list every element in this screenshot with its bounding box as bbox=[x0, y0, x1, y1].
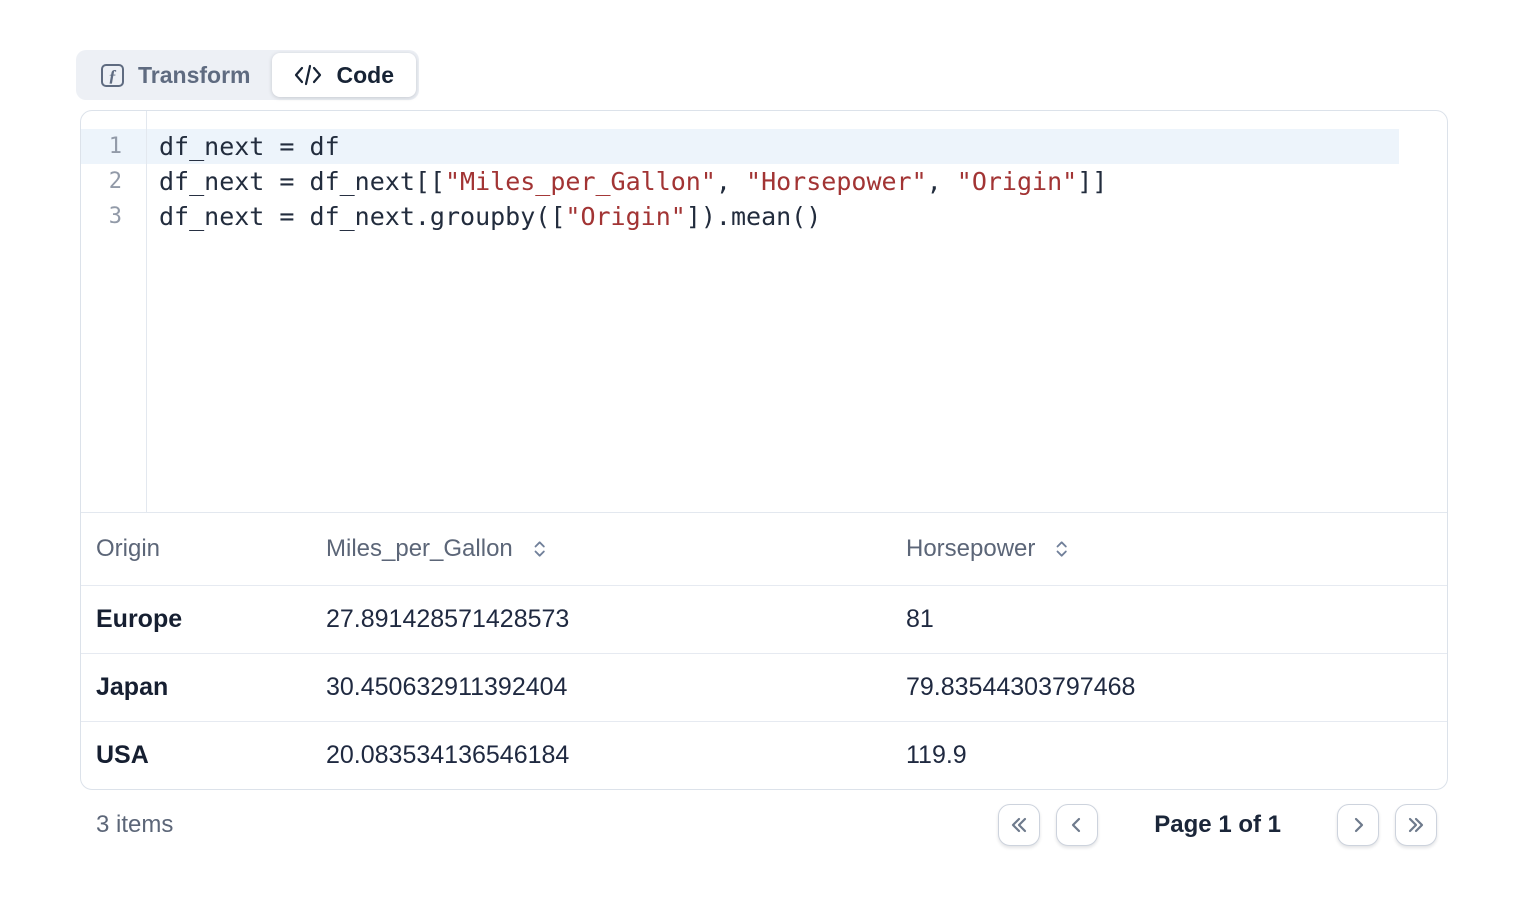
pagination: Page 1 of 1 bbox=[998, 804, 1437, 846]
tab-code-label: Code bbox=[336, 62, 394, 89]
table-header-row: Origin Miles_per_Gallon Horsepower bbox=[81, 513, 1447, 586]
table-body: Europe27.89142857142857381Japan30.450632… bbox=[81, 586, 1447, 789]
row-index-cell: Europe bbox=[81, 605, 311, 634]
table-cell: 30.450632911392404 bbox=[311, 673, 891, 702]
pagination-left-buttons bbox=[998, 804, 1098, 846]
line-number: 1 bbox=[81, 129, 146, 164]
chevron-right-icon bbox=[1346, 813, 1370, 837]
code-and-result-panel: 123 df_next = dfdf_next = df_next[["Mile… bbox=[80, 110, 1448, 790]
table-row: USA20.083534136546184119.9 bbox=[81, 721, 1447, 789]
table-cell: 20.083534136546184 bbox=[311, 741, 891, 770]
last-page-button[interactable] bbox=[1395, 804, 1437, 846]
tab-transform[interactable]: ƒ Transform bbox=[79, 53, 272, 97]
code-line[interactable]: df_next = df_next[["Miles_per_Gallon", "… bbox=[159, 164, 1447, 199]
table-cell: 79.83544303797468 bbox=[891, 673, 1447, 702]
chevron-double-right-icon bbox=[1404, 813, 1428, 837]
sort-icon[interactable] bbox=[533, 539, 553, 559]
sort-icon[interactable] bbox=[1055, 539, 1075, 559]
tab-transform-label: Transform bbox=[138, 62, 250, 89]
line-number: 2 bbox=[81, 164, 146, 199]
code-brackets-icon bbox=[294, 64, 322, 86]
items-count: 3 items bbox=[96, 811, 173, 839]
first-page-button[interactable] bbox=[998, 804, 1040, 846]
table-cell: 27.891428571428573 bbox=[311, 605, 891, 634]
prev-page-button[interactable] bbox=[1056, 804, 1098, 846]
tab-code[interactable]: Code bbox=[272, 53, 416, 97]
view-switcher: ƒ Transform Code bbox=[76, 50, 419, 100]
table-row: Japan30.45063291139240479.83544303797468 bbox=[81, 653, 1447, 721]
column-header-label: Origin bbox=[96, 535, 160, 563]
chevron-double-left-icon bbox=[1007, 813, 1031, 837]
row-index-cell: USA bbox=[81, 741, 311, 770]
code-line[interactable]: df_next = df bbox=[159, 129, 1447, 164]
table-row: Europe27.89142857142857381 bbox=[81, 586, 1447, 653]
table-cell: 119.9 bbox=[891, 741, 1447, 770]
code-line[interactable]: df_next = df_next.groupby(["Origin"]).me… bbox=[159, 199, 1447, 234]
table-footer: 3 items Page 1 of 1 bbox=[80, 803, 1437, 847]
column-header-origin: Origin bbox=[81, 535, 311, 563]
column-header-label: Horsepower bbox=[906, 535, 1035, 563]
code-content[interactable]: df_next = dfdf_next = df_next[["Miles_pe… bbox=[147, 111, 1447, 512]
pagination-right-buttons bbox=[1337, 804, 1437, 846]
column-header-label: Miles_per_Gallon bbox=[326, 535, 513, 563]
table-cell: 81 bbox=[891, 605, 1447, 634]
row-index-cell: Japan bbox=[81, 673, 311, 702]
line-number: 3 bbox=[81, 199, 146, 234]
column-header-horsepower[interactable]: Horsepower bbox=[891, 535, 1447, 563]
column-header-miles_per_gallon[interactable]: Miles_per_Gallon bbox=[311, 535, 891, 563]
code-editor[interactable]: 123 df_next = dfdf_next = df_next[["Mile… bbox=[81, 111, 1447, 513]
function-icon: ƒ bbox=[101, 64, 124, 87]
line-number-gutter: 123 bbox=[81, 111, 147, 512]
page-indicator: Page 1 of 1 bbox=[1154, 811, 1281, 839]
next-page-button[interactable] bbox=[1337, 804, 1379, 846]
chevron-left-icon bbox=[1065, 813, 1089, 837]
